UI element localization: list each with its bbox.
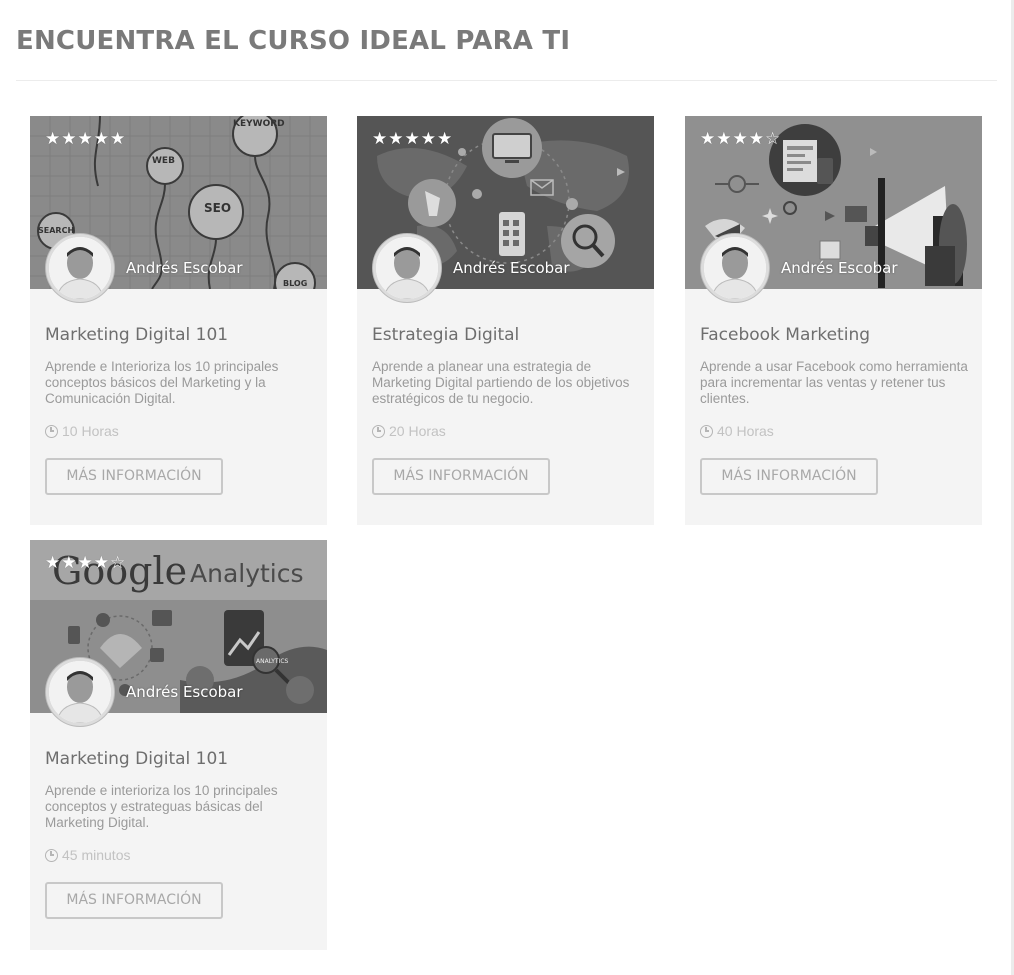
thumb-word-keyword: KEYWORD [233,119,285,129]
course-title[interactable]: Facebook Marketing [700,325,870,345]
rating-stars: ★★★★☆ [45,553,127,573]
page-title: ENCUENTRA EL CURSO IDEAL PARA TI [16,26,571,56]
thumb-analytics-word: Analytics [190,559,304,588]
thumb-word-seo: SEO [204,201,231,215]
thumb-word-web: WEB [152,156,175,166]
course-card: ★★★★★ Andrés Escobar Estrategia Digital … [357,116,654,525]
course-card: Google Analytics ANALYTICS ★★★★☆ Andrés … [30,540,327,950]
course-description: Aprende e Interioriza los 10 principales… [45,359,279,406]
course-description: Aprende a planear una estrategia de Mark… [372,359,630,406]
duration-text: 10 Horas [62,423,119,439]
rating-stars: ★★★★★ [45,129,127,149]
course-duration: 45 minutos [45,847,130,863]
course-title[interactable]: Marketing Digital 101 [45,749,228,769]
rating-stars: ★★★★☆ [700,129,782,149]
instructor-name[interactable]: Andrés Escobar [126,259,243,277]
duration-text: 20 Horas [389,423,446,439]
course-card: KEYWORD WEB SEO SEARCH BLOG ★★★★★ Andrés… [30,116,327,525]
duration-text: 40 Horas [717,423,774,439]
more-info-button[interactable]: MÁS INFORMACIÓN [372,458,550,495]
thumb-word-blog: BLOG [283,279,307,288]
course-duration: 20 Horas [372,423,446,439]
course-title[interactable]: Estrategia Digital [372,325,519,345]
instructor-name[interactable]: Andrés Escobar [453,259,570,277]
title-divider [16,80,997,81]
course-card: ★★★★☆ Andrés Escobar Facebook Marketing … [685,116,982,525]
thumb-word-search: SEARCH [38,226,74,235]
course-duration: 40 Horas [700,423,774,439]
course-description: Aprende a usar Facebook como herramienta… [700,359,968,406]
course-description: Aprende e interioriza los 10 principales… [45,783,278,830]
thumb-analytics-badge: ANALYTICS [256,658,289,665]
instructor-avatar[interactable] [46,658,114,726]
more-info-button[interactable]: MÁS INFORMACIÓN [45,882,223,919]
clock-icon [700,424,713,438]
more-info-button[interactable]: MÁS INFORMACIÓN [45,458,223,495]
clock-icon [372,424,385,438]
clock-icon [45,424,58,438]
course-duration: 10 Horas [45,423,119,439]
instructor-avatar[interactable] [46,234,114,302]
instructor-avatar[interactable] [701,234,769,302]
clock-icon [45,848,58,862]
rating-stars: ★★★★★ [372,129,454,149]
instructor-avatar[interactable] [373,234,441,302]
duration-text: 45 minutos [62,847,131,863]
instructor-name[interactable]: Andrés Escobar [781,259,898,277]
more-info-button[interactable]: MÁS INFORMACIÓN [700,458,878,495]
instructor-name[interactable]: Andrés Escobar [126,683,243,701]
course-title[interactable]: Marketing Digital 101 [45,325,228,345]
